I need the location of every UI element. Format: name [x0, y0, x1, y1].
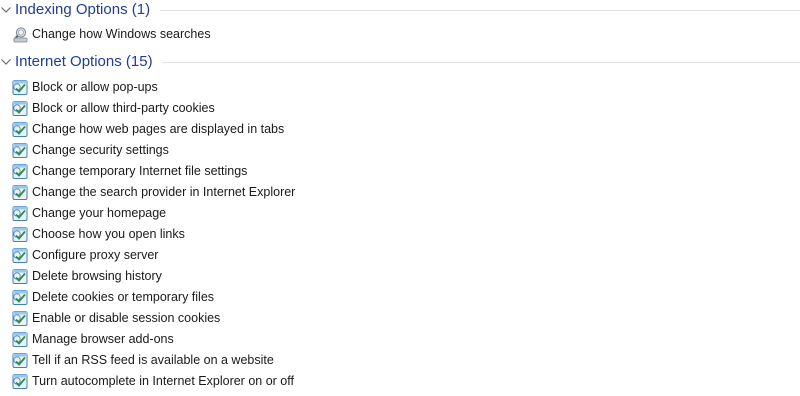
list-item-label: Choose how you open links — [32, 227, 185, 241]
internet-options-icon — [12, 353, 28, 368]
list-item[interactable]: Change security settings — [10, 141, 410, 162]
list-item[interactable]: Change how Windows searches — [10, 25, 410, 46]
list-item-label: Block or allow third-party cookies — [32, 101, 215, 115]
internet-options-icon — [12, 269, 28, 284]
internet-options-icon — [12, 332, 28, 347]
list-item-label: Change your homepage — [32, 206, 167, 220]
list-item-label: Change how web pages are displayed in ta… — [32, 122, 285, 136]
list-item-label: Change security settings — [32, 143, 169, 157]
list-item[interactable]: Turn autocomplete in Internet Explorer o… — [10, 372, 410, 393]
chevron-down-icon[interactable] — [0, 56, 12, 68]
list-item-label: Configure proxy server — [32, 248, 159, 262]
internet-options-icon — [12, 143, 28, 158]
internet-options-icon — [12, 248, 28, 263]
internet-options-icon — [12, 311, 28, 326]
internet-options-icon — [12, 80, 28, 95]
search-results-panel: Indexing Options (1) Change how Windows … — [0, 0, 800, 396]
list-item[interactable]: Change the search provider in Internet E… — [10, 183, 410, 204]
list-item[interactable]: Manage browser add-ons — [10, 330, 410, 351]
list-item-label: Turn autocomplete in Internet Explorer o… — [32, 374, 294, 388]
list-item-label: Enable or disable session cookies — [32, 311, 221, 325]
list-item-label: Change the search provider in Internet E… — [32, 185, 296, 199]
list-item-label: Block or allow pop-ups — [32, 80, 158, 94]
list-item[interactable]: Block or allow third-party cookies — [10, 99, 410, 120]
internet-options-icon — [12, 374, 28, 389]
list-item[interactable]: Configure proxy server — [10, 246, 410, 267]
list-item[interactable]: Enable or disable session cookies — [10, 309, 410, 330]
internet-options-icon — [12, 290, 28, 305]
list-item[interactable]: Tell if an RSS feed is available on a we… — [10, 351, 410, 372]
list-item-label: Change how Windows searches — [32, 27, 211, 41]
internet-options-icon — [12, 164, 28, 179]
list-item-label: Delete cookies or temporary files — [32, 290, 215, 304]
indexing-options-icon — [13, 27, 28, 43]
list-item[interactable]: Block or allow pop-ups — [10, 78, 410, 99]
group-title: Indexing Options (1) — [15, 1, 151, 18]
internet-options-icon — [12, 101, 28, 116]
group-header-internet-options[interactable]: Internet Options (15) — [0, 53, 800, 75]
chevron-down-icon[interactable] — [0, 4, 12, 16]
list-item-label: Manage browser add-ons — [32, 332, 174, 346]
list-item[interactable]: Choose how you open links — [10, 225, 410, 246]
list-item-label: Tell if an RSS feed is available on a we… — [32, 353, 274, 367]
group-divider — [160, 10, 800, 11]
internet-options-icon — [12, 206, 28, 221]
list-item[interactable]: Delete browsing history — [10, 267, 410, 288]
list-item-label: Change temporary Internet file settings — [32, 164, 248, 178]
internet-options-icon — [12, 185, 28, 200]
list-item-label: Delete browsing history — [32, 269, 162, 283]
internet-options-icon — [12, 227, 28, 242]
list-item[interactable]: Change temporary Internet file settings — [10, 162, 410, 183]
list-item[interactable]: Change your homepage — [10, 204, 410, 225]
group-header-indexing-options[interactable]: Indexing Options (1) — [0, 1, 800, 23]
list-item[interactable]: Change how web pages are displayed in ta… — [10, 120, 410, 141]
list-item[interactable]: Delete cookies or temporary files — [10, 288, 410, 309]
internet-options-icon — [12, 122, 28, 137]
group-title: Internet Options (15) — [15, 53, 153, 70]
group-divider — [162, 62, 800, 63]
